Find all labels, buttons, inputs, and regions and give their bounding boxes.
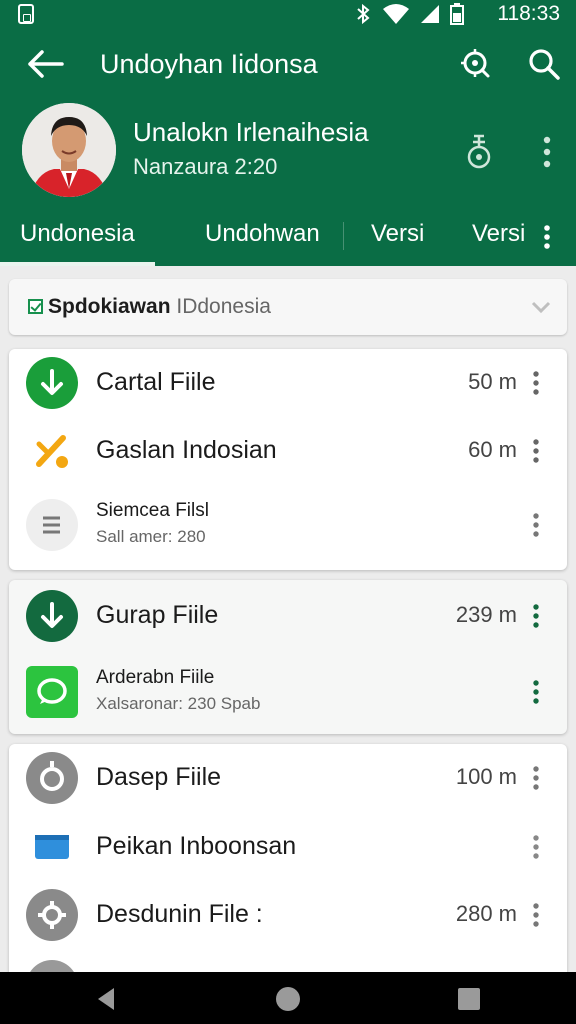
file-card: Cartal Fiile 50 m Gaslan Indosian 60 m S…: [9, 349, 567, 570]
item-size: 100 m: [455, 764, 517, 789]
item-title: Dasep Fiile: [96, 763, 222, 791]
list-item[interactable]: Gaslan Indosian 60 m: [9, 417, 567, 485]
more-vert-icon: [543, 136, 551, 168]
app-header: Undoyhan Iidonsa Unalokn Irlenaihesia Na…: [0, 28, 576, 266]
document-icon: [26, 499, 78, 551]
back-button[interactable]: [22, 46, 68, 82]
file-card: Gurap Fiile 239 m Arderabn Fiile Xalsaro…: [9, 580, 567, 734]
tab-versi-2[interactable]: Versi: [472, 208, 525, 266]
checkbox-icon[interactable]: [28, 299, 43, 314]
filter-dropdown[interactable]: Spdokiawan IDdonesia: [9, 279, 567, 335]
timer-button[interactable]: [462, 128, 496, 174]
stopwatch-icon: [467, 134, 491, 169]
more-vert-icon[interactable]: [523, 764, 549, 794]
disc-icon: [26, 752, 78, 804]
more-vert-icon: [544, 225, 550, 249]
tab-versi[interactable]: Versi: [371, 208, 424, 266]
app-title: Undoyhan Iidonsa: [100, 49, 318, 79]
search-icon: [529, 49, 560, 80]
item-title: Cartal Fiile: [96, 368, 216, 396]
item-title: Desdunin File :: [96, 900, 263, 928]
avatar-image: [22, 103, 116, 197]
card-icon: [35, 835, 69, 859]
chat-icon: [26, 666, 78, 718]
item-title: Arderabn Fiile: [96, 667, 215, 688]
list-item[interactable]: Cartal Fiile 50 m: [9, 349, 567, 417]
status-time: 118:33: [497, 2, 560, 25]
list-item[interactable]: Dasep Fiile 100 m: [9, 744, 567, 812]
item-title: Siemcea Filsl: [96, 500, 209, 521]
gear-icon: [26, 889, 78, 941]
filter-label-bold: Spdokiawan: [48, 295, 171, 318]
tab-undonesia[interactable]: Undonesia: [0, 208, 155, 266]
filter-label: Spdokiawan IDdonesia: [48, 293, 271, 321]
item-size: 50 m: [468, 369, 517, 394]
tab-bar: Undonesia Undohwan Versi Versi: [0, 208, 576, 266]
more-vert-icon[interactable]: [523, 511, 549, 541]
signal-icon: [421, 5, 439, 23]
tabs-more-button[interactable]: [538, 222, 556, 252]
profile-name: Unalokn Irlenaihesia: [133, 117, 369, 147]
item-title: Gurap Fiile: [96, 601, 219, 629]
item-size: 239 m: [455, 602, 517, 627]
back-arrow-icon: [28, 50, 64, 78]
system-nav-bar: [0, 972, 576, 1024]
tools-icon: [36, 435, 68, 468]
file-card: Dasep Fiile 100 m Peikan Inboonsan Desdu…: [9, 744, 567, 980]
filter-search-button[interactable]: [456, 44, 496, 84]
more-vert-icon[interactable]: [523, 437, 549, 467]
item-subtitle: Sall amer: 280: [96, 527, 206, 546]
list-item[interactable]: Desdunin File : 280 m: [9, 881, 567, 949]
item-size: 280 m: [455, 901, 517, 926]
list-item[interactable]: Arderabn Fiile Xalsaronar: 230 Spab: [9, 658, 567, 726]
list-item[interactable]: Siemcea Filsl Sall amer: 280: [9, 491, 567, 559]
battery-icon: [450, 3, 464, 25]
download-icon: [26, 590, 78, 642]
more-vert-icon[interactable]: [523, 901, 549, 931]
item-subtitle: Xalsaronar: 230 Spab: [96, 694, 261, 713]
list-item[interactable]: Peikan Inboonsan: [9, 813, 567, 881]
item-title: Peikan Inboonsan: [96, 832, 297, 860]
nav-home-icon[interactable]: [271, 982, 305, 1016]
profile-avatar[interactable]: [22, 103, 116, 197]
download-icon: [26, 357, 78, 409]
bluetooth-icon: [357, 3, 370, 25]
nav-recents-icon[interactable]: [452, 982, 486, 1016]
more-vert-icon[interactable]: [523, 678, 549, 708]
chevron-down-icon: [531, 301, 551, 314]
list-item[interactable]: Gurap Fiile 239 m: [9, 582, 567, 650]
item-title: Gaslan Indosian: [96, 436, 277, 464]
wifi-icon: [383, 4, 409, 24]
profile-subtitle: Nanzaura 2:20: [133, 154, 278, 179]
nav-back-icon[interactable]: [90, 982, 124, 1016]
more-vert-icon[interactable]: [523, 369, 549, 399]
item-size: 60 m: [468, 437, 517, 462]
search-settings-icon: [461, 49, 490, 78]
tab-divider: [343, 222, 344, 250]
filter-label-rest: IDdonesia: [170, 295, 271, 318]
tab-undohwan[interactable]: Undohwan: [205, 208, 320, 266]
search-button[interactable]: [524, 44, 564, 84]
status-bar: 118:33: [0, 0, 576, 28]
more-vert-icon[interactable]: [523, 602, 549, 632]
sim-card-icon: [18, 4, 34, 24]
more-vert-icon[interactable]: [523, 833, 549, 863]
status-icons: [354, 3, 464, 25]
profile-more-button[interactable]: [534, 132, 560, 172]
